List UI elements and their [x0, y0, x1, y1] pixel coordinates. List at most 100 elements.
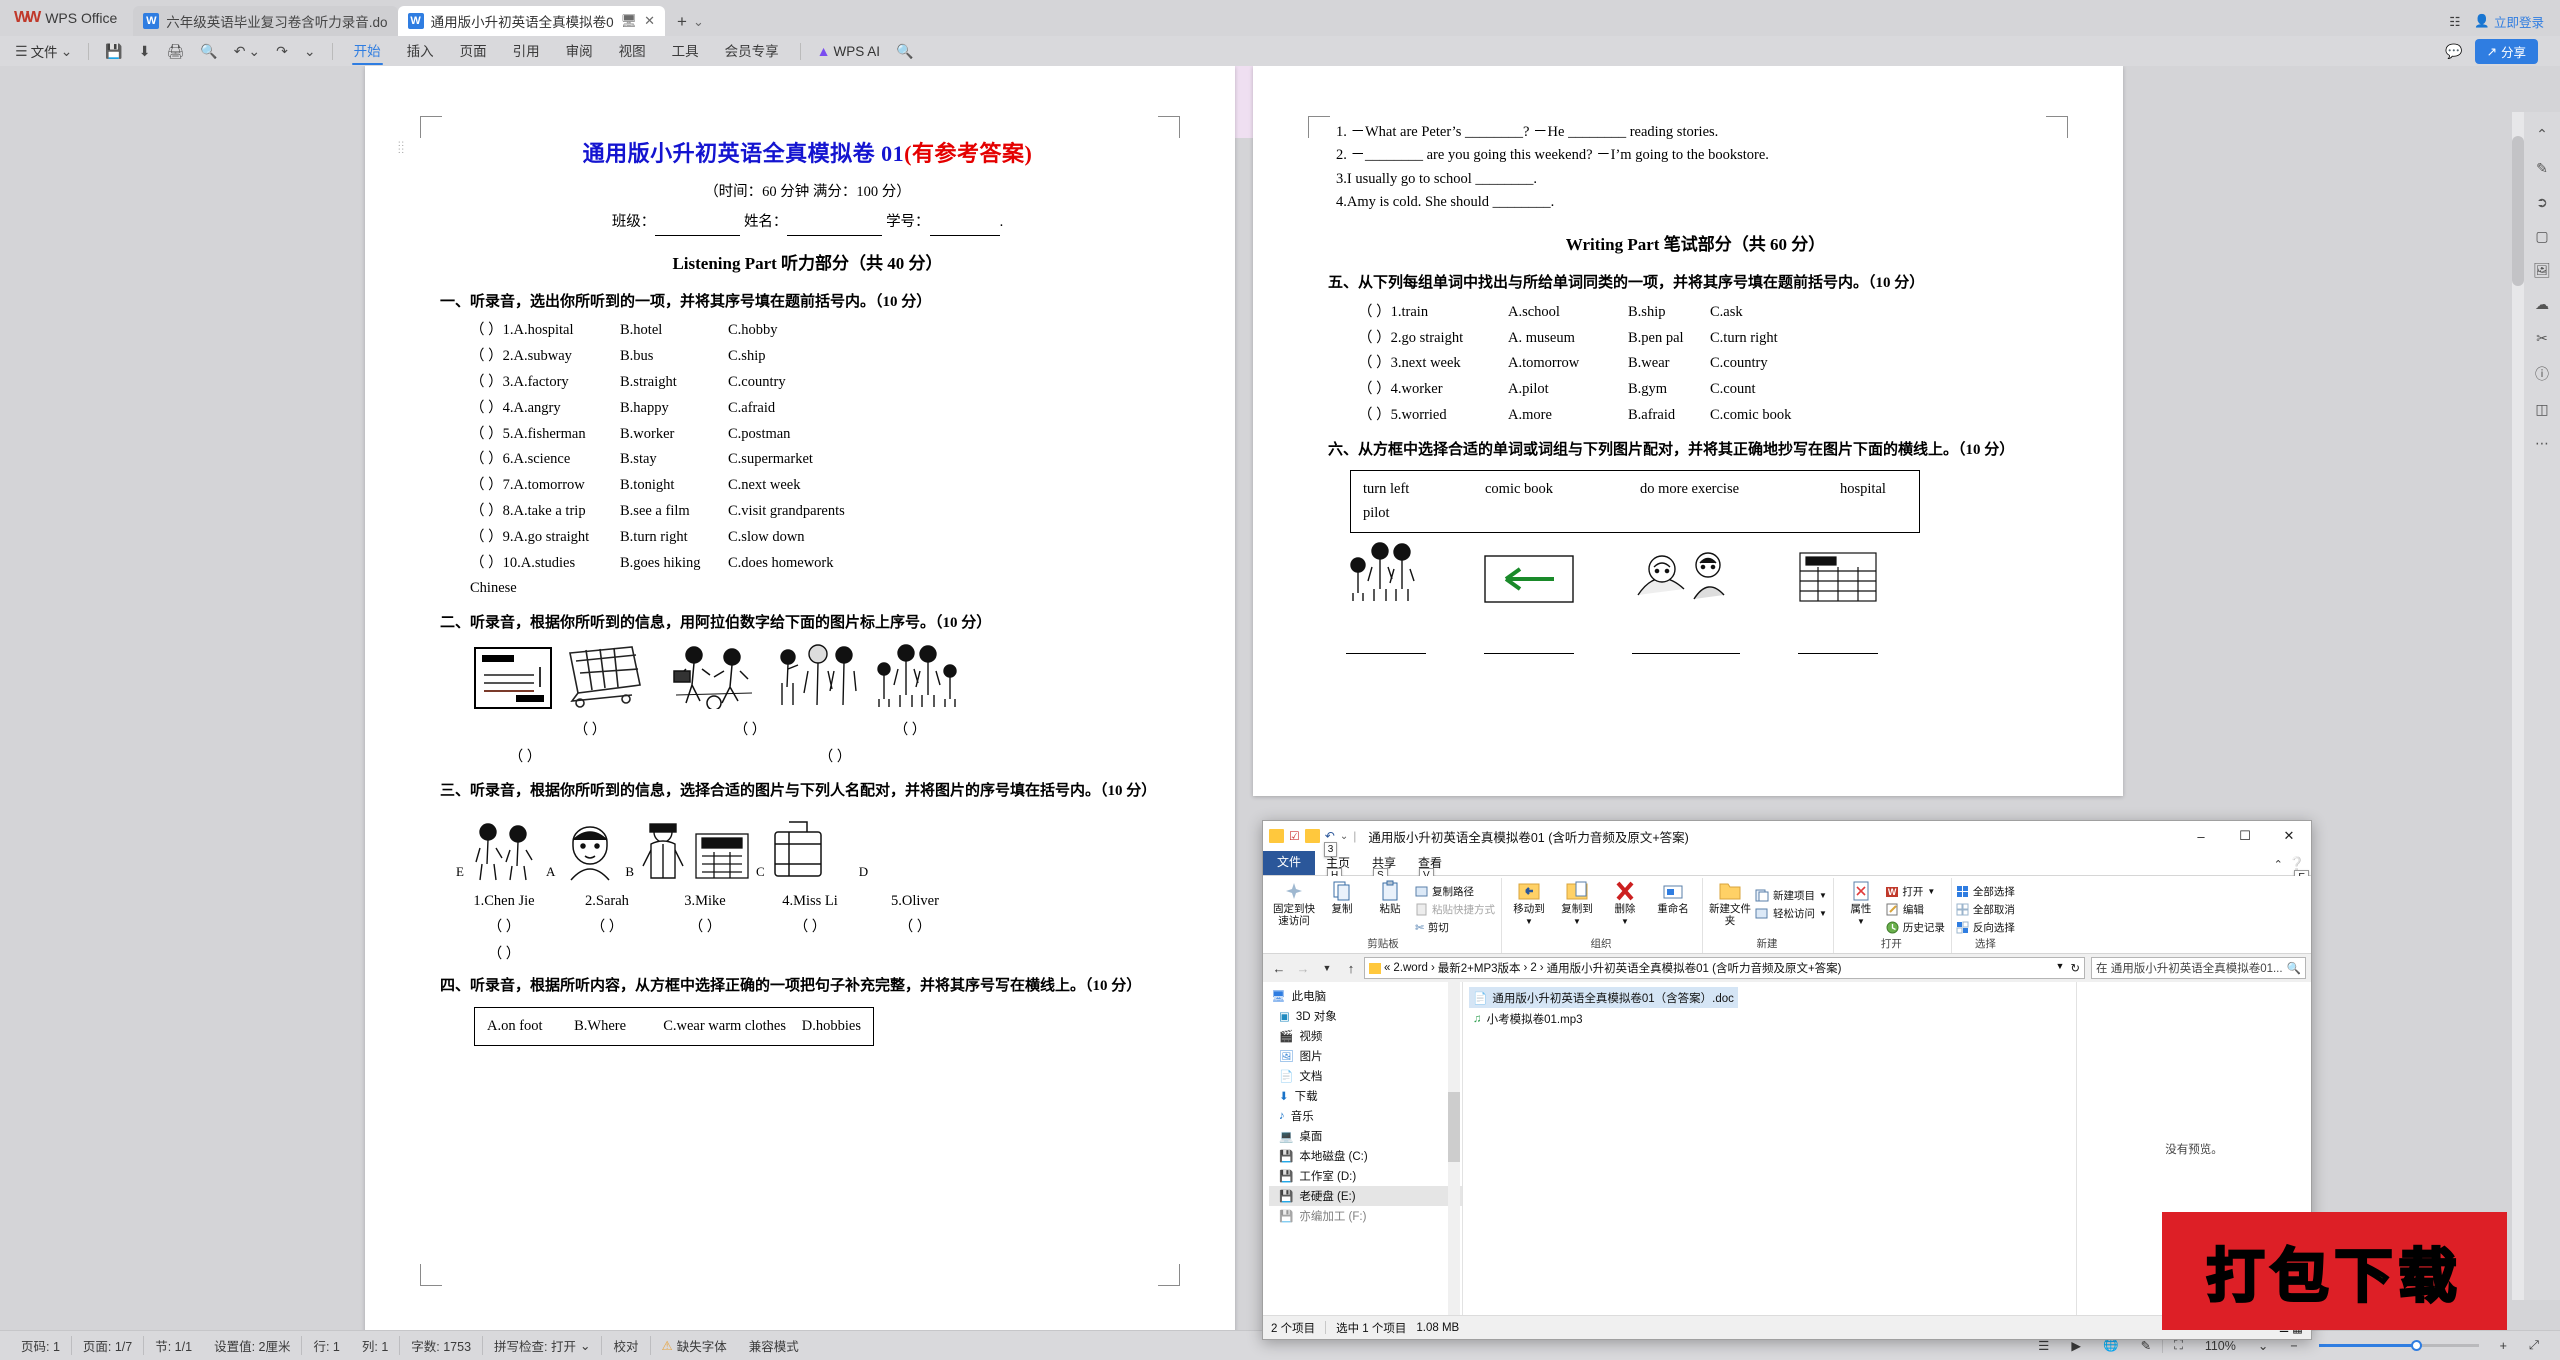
nav-item-documents[interactable]: 📄 文档 [1269, 1066, 1462, 1086]
answer-line[interactable] [1484, 629, 1574, 654]
minimize-icon[interactable]: – [2179, 821, 2223, 851]
close-icon[interactable]: ✕ [644, 13, 655, 29]
status-compat-mode[interactable]: 兼容模式 [738, 1336, 810, 1355]
recent-locations-icon[interactable]: ▼ [1316, 963, 1338, 973]
outline-view-icon[interactable]: ☰ [2027, 1338, 2060, 1353]
document-tab-2[interactable]: W 通用版小升初英语全真模拟卷0 🖥 ✕ [397, 6, 666, 36]
status-page-number[interactable]: 页码: 1 [10, 1336, 71, 1355]
scrollbar-thumb[interactable] [2512, 136, 2524, 286]
pen-icon[interactable]: ✎ [2130, 1338, 2162, 1353]
status-word-count[interactable]: 字数: 1753 [399, 1336, 482, 1355]
back-icon[interactable]: ← [1268, 961, 1290, 976]
collapse-ribbon-icon[interactable]: ⌃ [2274, 858, 2283, 871]
ribbon-tab-home[interactable]: 开始 [342, 38, 393, 65]
nav-item-drive-d[interactable]: 💾 工作室 (D:) [1269, 1166, 1462, 1186]
status-missing-font[interactable]: ⚠ 缺失字体 [649, 1336, 738, 1355]
explorer-tab-share[interactable]: 共享 S [1361, 851, 1407, 883]
nav-item-music[interactable]: ♪ 音乐 [1269, 1106, 1462, 1126]
easy-access-button[interactable]: 轻松访问 ▼ [1755, 906, 1827, 921]
scissors-icon[interactable]: ✂ [2536, 330, 2548, 347]
folder-icon[interactable] [1269, 829, 1284, 843]
answer-line[interactable] [1632, 629, 1740, 654]
breadcrumb-item-3[interactable]: 通用版小升初英语全真模拟卷01 (含听力音频及原文+答案) [1547, 960, 1842, 976]
layers-icon[interactable]: ◫ [2535, 401, 2548, 418]
ribbon-tab-insert[interactable]: 插入 [395, 38, 446, 65]
highlighter-icon[interactable]: ✎ [2536, 160, 2548, 177]
navigation-pane[interactable]: 🖥 此电脑 ▣ 3D 对象 🎬 视频 🖼 图片 📄 文档 ⬇ 下载 ♪ 音乐 💻 桌面 💾 本地… [1263, 982, 1463, 1315]
nav-item-3d-objects[interactable]: ▣ 3D 对象 [1269, 1006, 1462, 1026]
paste-button[interactable]: 粘贴 [1367, 880, 1413, 916]
share-button[interactable]: ↗ 分享 [2474, 38, 2538, 64]
nav-item-pictures[interactable]: 🖼 图片 [1269, 1046, 1462, 1066]
nav-item-drive-e[interactable]: 💾 老硬盘 (E:) [1269, 1186, 1462, 1206]
breadcrumb-item-0[interactable]: 2.word [1393, 962, 1428, 974]
nav-item-downloads[interactable]: ⬇ 下载 [1269, 1086, 1462, 1106]
zoom-in-button[interactable]: + [2489, 1339, 2518, 1353]
copy-path-button[interactable]: 复制路径 [1415, 884, 1495, 899]
cloud-icon[interactable]: ☁ [2535, 296, 2549, 313]
shape-icon[interactable]: ▢ [2535, 228, 2548, 245]
save-icon[interactable]: 💾 [98, 40, 129, 63]
comment-icon[interactable]: 💬 [2445, 43, 2462, 60]
window-layout-button[interactable]: ☷ [2449, 14, 2460, 29]
rename-button[interactable]: 重命名 [1650, 880, 1696, 916]
refresh-icon[interactable]: ↻ [2070, 961, 2080, 975]
move-to-button[interactable]: 移动到 ▼ [1506, 880, 1552, 926]
nav-item-drive-c[interactable]: 💾 本地磁盘 (C:) [1269, 1146, 1462, 1166]
file-list-item[interactable]: ♫ 小考模拟卷01.mp3 [1469, 1008, 1586, 1029]
web-view-icon[interactable]: 🌐 [2092, 1338, 2130, 1353]
ribbon-tab-view[interactable]: 视图 [607, 38, 658, 65]
open-button[interactable]: W 打开 ▼ [1885, 884, 1945, 899]
undo-icon[interactable]: ↶ 3 [1323, 829, 1338, 857]
new-tab-button[interactable]: + ⌄ [665, 12, 714, 36]
zoom-out-button[interactable]: − [2279, 1339, 2308, 1353]
file-explorer-window[interactable]: ☑ ↶ 3 ⌄ | 通用版小升初英语全真模拟卷01 (含听力音频及原文+答案) … [1262, 820, 2312, 1340]
pin-to-quick-access-button[interactable]: 固定到快速访问 [1271, 880, 1317, 927]
read-view-icon[interactable]: ▶ [2060, 1338, 2092, 1353]
properties-icon[interactable]: ☑ [1289, 829, 1300, 843]
select-none-button[interactable]: 全部取消 [1956, 902, 2015, 917]
status-column[interactable]: 列: 1 [351, 1336, 399, 1355]
customize-icon[interactable]: ⌄ [297, 40, 323, 63]
chevron-down-icon[interactable]: ⌄ [1340, 831, 1348, 842]
new-folder-button[interactable]: 新建文件夹 [1707, 880, 1753, 927]
nav-item-this-pc[interactable]: 🖥 此电脑 [1269, 986, 1462, 1006]
file-list-item[interactable]: 📄 通用版小升初英语全真模拟卷01（含答案）.doc [1469, 987, 1738, 1008]
nav-item-videos[interactable]: 🎬 视频 [1269, 1026, 1462, 1046]
breadcrumb-item-2[interactable]: 2 [1530, 962, 1536, 974]
fullpage-icon[interactable]: ⛶ [2162, 1338, 2194, 1353]
explorer-tab-home[interactable]: 主页 H [1315, 851, 1361, 883]
status-margin[interactable]: 设置值: 2厘米 [203, 1336, 301, 1355]
login-button[interactable]: 👤 立即登录 [2474, 12, 2544, 31]
history-button[interactable]: 历史记录 [1886, 920, 1945, 935]
paragraph-grip-icon[interactable]: :::: [398, 138, 405, 154]
status-section[interactable]: 节: 1/1 [143, 1336, 203, 1355]
answer-line[interactable] [1346, 629, 1426, 654]
new-folder-icon[interactable] [1304, 829, 1320, 843]
more-icon[interactable]: ⋯ [2535, 435, 2549, 452]
file-list[interactable]: 📄 通用版小升初英语全真模拟卷01（含答案）.doc ♫ 小考模拟卷01.mp3 [1463, 982, 2076, 1315]
ribbon-tab-review[interactable]: 审阅 [554, 38, 605, 65]
fit-screen-icon[interactable]: ⤢ [2518, 1338, 2550, 1353]
nav-item-drive-f[interactable]: 💾 亦编加工 (F:) [1269, 1206, 1462, 1226]
chevron-down-icon[interactable]: ▼ [2055, 961, 2064, 975]
image-icon[interactable]: 🖼 [2533, 262, 2551, 279]
help-icon[interactable]: ⓘ [2535, 364, 2549, 384]
breadcrumb-item-1[interactable]: 最新2+MP3版本 [1438, 960, 1521, 976]
zoom-slider[interactable] [2318, 1340, 2479, 1351]
new-item-button[interactable]: 新建项目 ▼ [1755, 888, 1827, 903]
cursor-icon[interactable]: ➲ [2536, 194, 2548, 211]
redo-icon[interactable]: ↷ [269, 40, 295, 63]
explorer-tab-view[interactable]: 查看 V [1407, 851, 1453, 883]
collapse-icon[interactable]: ⌃ [2536, 126, 2548, 143]
breadcrumb[interactable]: « 2.word › 最新2+MP3版本 › 2 › 通用版小升初英语全真模拟卷… [1364, 957, 2085, 979]
zoom-slider-knob[interactable] [2410, 1340, 2422, 1351]
file-menu-button[interactable]: ☰ 文件 ⌄ [8, 38, 79, 64]
zoom-level[interactable]: 110% [2194, 1339, 2247, 1353]
properties-button[interactable]: 属性 ▼ [1838, 880, 1884, 926]
paste-shortcut-button[interactable]: 粘贴快捷方式 [1415, 902, 1495, 917]
search-input[interactable]: 在 通用版小升初英语全真模拟卷01... 🔍 [2091, 957, 2306, 979]
status-proofread[interactable]: 校对 [601, 1336, 649, 1355]
print-icon[interactable]: 🖨 [159, 40, 191, 63]
save-as-icon[interactable]: ⬇ [132, 40, 158, 63]
